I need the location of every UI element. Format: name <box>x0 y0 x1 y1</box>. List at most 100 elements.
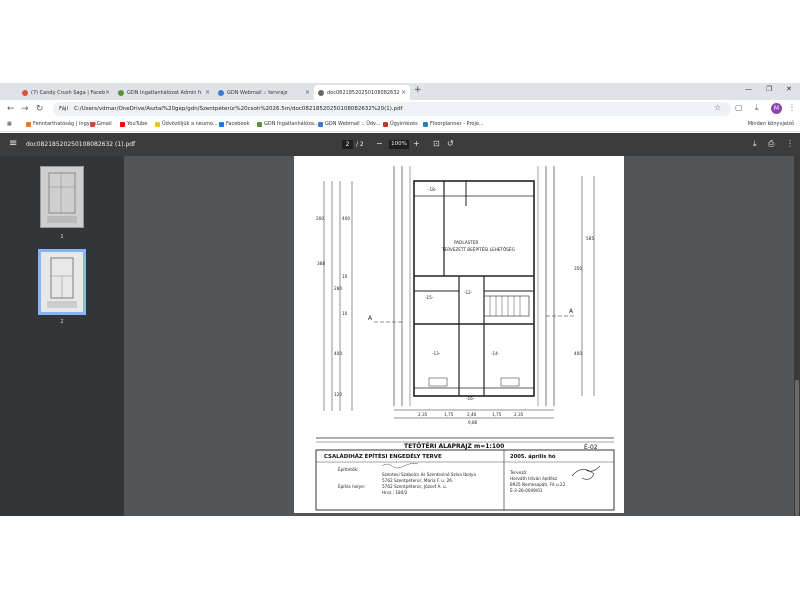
builders-address-1: 5762 Szentpéterúr, Mária F. u. 26. <box>382 478 454 483</box>
rotate-icon[interactable]: ↺ <box>447 139 454 148</box>
bookmark-label: GDN Ingatlanhálóza... <box>264 121 319 127</box>
designer-label: Tervező: <box>510 470 528 475</box>
dimension-label: 350 <box>574 266 582 271</box>
sheet-number: É-02 <box>584 444 598 451</box>
dimension-label: 10 <box>342 311 348 316</box>
extensions-icon[interactable]: ▢ <box>735 103 743 112</box>
dimension-label: 2,46 <box>467 412 477 417</box>
star-icon[interactable]: ☆ <box>714 103 721 112</box>
close-icon[interactable]: × <box>305 89 310 96</box>
fit-page-icon[interactable]: ⊡ <box>433 139 440 148</box>
page-total: / 2 <box>356 141 364 148</box>
more-options-icon[interactable]: ⋮ <box>786 139 794 148</box>
download-icon[interactable]: ⤓ <box>755 103 759 113</box>
bookmark-label: Facebook <box>226 121 250 127</box>
section-marker: A <box>569 308 574 315</box>
close-icon[interactable]: × <box>205 89 210 96</box>
bookmark-icon <box>26 121 31 127</box>
back-icon[interactable]: ← <box>7 104 15 114</box>
avatar[interactable]: M <box>771 103 782 114</box>
attic-note-2: TERVEZETT BEÉPÍTÉSI LEHETŐSÉG <box>442 247 515 252</box>
scrollbar-thumb[interactable] <box>795 380 799 516</box>
close-window-icon[interactable]: ✕ <box>786 85 792 93</box>
close-icon[interactable]: × <box>401 89 406 96</box>
thumbnail-plan-image <box>47 257 77 308</box>
dimension-label: 400 <box>574 351 582 356</box>
apps-icon[interactable]: ▦ <box>7 121 12 127</box>
bookmark-item[interactable]: Üdvözöljük a neumo... <box>155 121 218 127</box>
page-number-input[interactable]: 2 <box>342 140 353 149</box>
room-label-16: -16- <box>466 396 475 401</box>
dimension-label: 400 <box>342 216 350 221</box>
minimize-icon[interactable]: — <box>745 85 752 93</box>
tab-gdn-webmail[interactable]: GDN Webmail :: tervrajz × <box>214 85 314 100</box>
new-tab-button[interactable]: + <box>414 85 422 95</box>
site-value: Hrsz.: 184/2 <box>382 490 408 495</box>
page-thumbnail-2[interactable] <box>38 249 86 315</box>
bookmark-item[interactable]: Gmail <box>90 121 112 127</box>
dimension-label: 585 <box>586 236 594 241</box>
tab-pdf[interactable]: doc08218520250108082632 (1).pdf × <box>314 85 410 100</box>
zoom-in-icon[interactable]: + <box>413 139 420 148</box>
bookmark-item[interactable]: Floorplanner - Proje... <box>423 121 484 127</box>
menu-icon[interactable]: ⋮ <box>788 103 796 112</box>
bookmarks-bar: ▦ Fenntarthatóság | ingyen... Gmail YouT… <box>0 118 800 132</box>
bookmark-icon <box>120 121 125 127</box>
bookmark-item[interactable]: YouTube <box>120 121 147 127</box>
zoom-input[interactable]: 100% <box>389 140 409 149</box>
bookmark-item[interactable]: GDN Webmail :: Üdv... <box>318 121 380 127</box>
forward-icon[interactable]: → <box>21 104 29 114</box>
maximize-icon[interactable]: ❐ <box>766 85 772 93</box>
room-label-15: -15- <box>425 295 434 300</box>
dimension-label: 120 <box>334 392 342 397</box>
reload-icon[interactable]: ↻ <box>36 104 44 114</box>
dimension-label: 1,75 <box>444 412 454 417</box>
url-scheme-label: Fájl <box>59 106 69 112</box>
site-label: Építés helye: <box>338 484 366 489</box>
page-thumbnail-1[interactable] <box>40 166 84 228</box>
dimension-total: 9,86 <box>468 420 478 425</box>
attic-note: PADLÁSTÉR <box>454 240 479 245</box>
tab-gdn-admin[interactable]: GDN Ingatlanhálózat Admin felület × <box>114 85 214 100</box>
pdf-page: -18- PADLÁSTÉR TERVEZETT BEÉPÍTÉSI LEHET… <box>294 156 624 513</box>
tab-label: doc08218520250108082632 (1).pdf <box>327 89 401 96</box>
section-marker: A <box>368 315 373 322</box>
bookmark-item[interactable]: Facebook <box>219 121 250 127</box>
floor-plan-title: TETŐTÉRI ALAPRAJZ m=1:100 <box>404 443 505 450</box>
bookmark-icon <box>155 121 160 127</box>
title-block-heading: CSALÁDIHÁZ ÉPÍTÉSI ENGEDÉLY TERVE <box>324 454 442 460</box>
bookmark-icon <box>423 121 428 127</box>
thumbnail-page-number: 1 <box>60 234 64 240</box>
designer-name: Horváth István építész <box>510 476 558 481</box>
designer-license: É-3-26-0049/01 <box>510 488 543 493</box>
tab-favicon-icon <box>318 89 324 96</box>
screen: (7) Candy Crush Saga | Facebook × GDN In… <box>0 0 800 600</box>
tab-candy-crush[interactable]: (7) Candy Crush Saga | Facebook × <box>18 85 114 100</box>
top-margin <box>0 0 800 83</box>
hamburger-menu-icon[interactable]: ≡ <box>9 138 17 149</box>
dimension-label: 2,35 <box>514 412 524 417</box>
zoom-out-icon[interactable]: − <box>376 139 383 148</box>
close-icon[interactable]: × <box>105 89 110 96</box>
download-icon[interactable]: ⤓ <box>753 139 757 149</box>
bookmark-icon <box>383 121 388 127</box>
address-bar[interactable]: Fájl C:/Users/vdmar/OneDrive/Asztal%20gé… <box>53 102 731 116</box>
tab-label: (7) Candy Crush Saga | Facebook <box>31 89 105 96</box>
bookmark-label: Floorplanner - Proje... <box>430 121 484 127</box>
thumbnail-plan-image <box>47 172 77 223</box>
bookmark-label: Gmail <box>97 121 112 127</box>
bookmark-item[interactable]: Ügyintézés <box>383 121 418 127</box>
pdf-toolbar: ≡ doc08218520250108082632 (1).pdf 2 / 2 … <box>0 133 800 156</box>
dimension-label: 1,75 <box>492 412 502 417</box>
room-label-18: -18- <box>428 187 437 192</box>
print-icon[interactable]: ⎙ <box>768 139 774 149</box>
all-bookmarks-folder[interactable]: Minden könyvjelző <box>748 121 794 127</box>
tab-favicon-icon <box>22 89 28 96</box>
pdf-filename: doc08218520250108082632 (1).pdf <box>26 141 136 148</box>
bookmark-item[interactable]: GDN Ingatlanhálóza... <box>257 121 319 127</box>
thumbnail-sidebar: 1 2 <box>0 156 124 516</box>
bottom-margin <box>0 516 800 600</box>
bookmark-icon <box>257 121 262 127</box>
tab-strip: (7) Candy Crush Saga | Facebook × GDN In… <box>0 83 800 100</box>
url-text: C:/Users/vdmar/OneDrive/Asztal%20gép/gdn… <box>74 106 403 112</box>
